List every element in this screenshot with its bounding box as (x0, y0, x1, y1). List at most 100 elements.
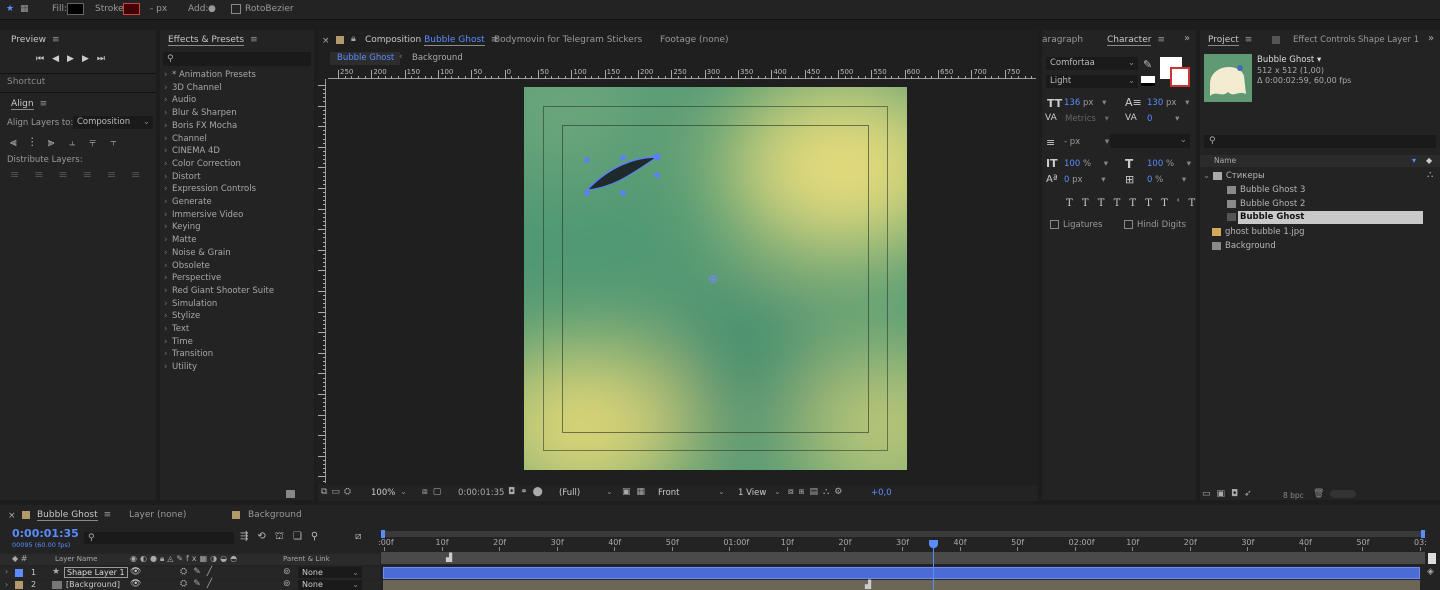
baseline-shift-field[interactable]: 0 px ▾ (1064, 175, 1106, 185)
thumbnail-size-slider[interactable] (1330, 490, 1356, 498)
stroke-order-select[interactable]: ⌄ (1110, 134, 1190, 148)
grid-icon[interactable]: ▦ (20, 4, 29, 14)
effect-category[interactable]: › Keying (164, 221, 201, 233)
visibility-eye-icon[interactable]: 👁︎ (130, 579, 141, 589)
layer-row-2[interactable]: › 2 [Background] 👁︎ ⛭✎╱ ⊚ None ⌄ (0, 579, 380, 590)
effect-category[interactable]: › Stylize (164, 310, 200, 322)
close-tab-icon[interactable]: × (322, 36, 330, 46)
effect-category[interactable]: › Blur & Sharpen (164, 107, 237, 119)
tab-composition[interactable]: Composition Bubble Ghost ≡ (365, 31, 498, 49)
work-area-start[interactable] (381, 530, 385, 538)
font-style-select[interactable]: Light ⌄ (1046, 75, 1138, 88)
new-folder-icon[interactable] (286, 490, 295, 498)
layer-color-label[interactable] (15, 569, 23, 577)
project-search-input[interactable]: ⚲ (1204, 135, 1436, 148)
layer-switches[interactable]: ⛭✎╱ (180, 579, 218, 589)
network-icon[interactable]: ⛬ (1427, 170, 1433, 180)
view-options-icons[interactable]: ⧉▭⛭ (321, 487, 355, 497)
faux-style-buttons[interactable]: TTTTTTT'T, (1066, 198, 1215, 209)
tab-paragraph[interactable]: aragraph (1042, 31, 1083, 49)
parent-select[interactable]: None ⌄ (298, 567, 362, 578)
tab-footage[interactable]: Footage (none) (660, 31, 729, 49)
visibility-eye-icon[interactable]: 👁︎ (130, 567, 141, 577)
effect-category[interactable]: › Expression Controls (164, 183, 256, 195)
sort-arrow-icon[interactable]: ▾ (1412, 156, 1416, 165)
effects-search-input[interactable]: ⚲ (163, 52, 311, 66)
timeline-scroll-icon[interactable]: ◈ (1427, 567, 1434, 577)
leading-field[interactable]: 130 px ▾ (1147, 98, 1189, 108)
effect-category[interactable]: › Obsolete (164, 260, 210, 272)
layer-name-column[interactable]: Layer Name (55, 555, 97, 563)
effect-category[interactable]: › Transition (164, 348, 213, 360)
effect-category[interactable]: › Distort (164, 171, 201, 183)
layer-name[interactable]: [Background] (66, 580, 120, 589)
add-circle-icon[interactable]: ● (208, 4, 216, 14)
effect-category[interactable]: › Text (164, 323, 189, 335)
layer-switches[interactable]: ⛭✎╱ (180, 567, 218, 577)
breadcrumb-active[interactable]: Bubble Ghost (330, 52, 400, 65)
effect-category[interactable]: › Noise & Grain (164, 247, 231, 259)
composition-canvas[interactable]: ⊕ (524, 87, 907, 470)
project-item-background[interactable]: Background (1212, 240, 1276, 253)
effect-category[interactable]: › Audio (164, 94, 196, 106)
font-size-field[interactable]: 136 px ▾ (1064, 98, 1106, 108)
stroke-swatch[interactable] (123, 3, 140, 15)
hindi-digits-checkbox[interactable] (1124, 220, 1133, 229)
comp-time-navigator[interactable] (381, 552, 1425, 564)
layer-row-1[interactable]: › 1 ★ Shape Layer 1 👁︎ ⛭✎╱ ⊚ None ⌄ (0, 567, 380, 579)
vertical-ruler[interactable] (316, 79, 326, 494)
tab-background-timeline[interactable]: Background (248, 506, 302, 524)
swap-colors-icon[interactable] (1141, 76, 1155, 86)
exposure-value[interactable]: +0,0 (871, 488, 892, 498)
timeline-switch-icons[interactable]: ⇶⟲⛫❏⚲ (240, 531, 327, 544)
comp-info-name[interactable]: Bubble Ghost ▾ (1257, 55, 1321, 65)
effect-category[interactable]: › 3D Channel (164, 82, 222, 94)
effect-category[interactable]: › * Animation Presets (164, 69, 256, 81)
graph-editor-icon[interactable]: ⧄ (355, 531, 361, 542)
stroke-color-swatch[interactable] (1170, 67, 1190, 87)
effect-category[interactable]: › Immersive Video (164, 209, 243, 221)
pickwhip-icon[interactable]: ⊚ (283, 579, 291, 589)
shape-layer-bar[interactable] (383, 567, 1420, 579)
font-family-select[interactable]: Comfortaa ⌄ (1046, 57, 1138, 70)
breadcrumb-background[interactable]: Background (412, 53, 463, 63)
kerning-field[interactable]: Metrics ▾ (1065, 114, 1109, 124)
render-icons[interactable]: ⧇⧆▤⛬⚙ (788, 487, 847, 497)
align-buttons[interactable]: ⫷⫶⫸⫠⫧⫟ (10, 135, 131, 150)
snapshot-icons[interactable]: ◘⚭⬤ (508, 487, 548, 497)
work-area-bar[interactable] (381, 531, 1425, 537)
folder-row[interactable]: ⌄ Стикеры (1203, 170, 1265, 183)
shortcut-title[interactable]: Shortcut (7, 73, 45, 91)
align-title[interactable]: Align ≡ (11, 95, 47, 113)
fill-swatch[interactable] (67, 3, 84, 15)
playhead-handle[interactable] (929, 540, 939, 548)
tab-effect-controls[interactable]: Effect Controls Shape Layer 1 (1293, 31, 1419, 49)
effect-category[interactable]: › Channel (164, 133, 207, 145)
tab-bodymovin[interactable]: Bodymovin for Telegram Stickers (494, 31, 642, 49)
grid-mask-icons[interactable]: ⧈▢ (422, 487, 446, 497)
effect-category[interactable]: › Time (164, 336, 193, 348)
tab-layer[interactable]: Layer (none) (129, 506, 186, 524)
horizontal-ruler[interactable]: 250 200 150 100 50 0 50 100 150 200 250 300 350 400 45… (328, 68, 1036, 79)
zoom-select[interactable]: 100% (371, 488, 395, 498)
project-item-bubble-ghost-3[interactable]: Bubble Ghost 3 (1227, 184, 1305, 197)
ligatures-checkbox[interactable] (1050, 220, 1059, 229)
background-layer-bar[interactable] (383, 580, 1420, 590)
tab-project[interactable]: Project ≡ (1208, 31, 1252, 49)
effect-category[interactable]: › Boris FX Mocha (164, 120, 237, 132)
anchor-point-icon[interactable]: ⊕ (708, 272, 718, 286)
work-area-end[interactable] (1421, 530, 1425, 538)
timeline-timecode[interactable]: 0:00:01:35 (12, 527, 79, 540)
view-select[interactable]: Front (658, 488, 680, 498)
tsume-field[interactable]: 0 % ▾ (1147, 175, 1186, 185)
effect-category[interactable]: › Generate (164, 196, 212, 208)
bit-depth[interactable]: 8 bpc (1283, 491, 1304, 500)
lock-icon[interactable]: 🔒︎ (351, 34, 356, 44)
name-column[interactable]: Name (1214, 156, 1236, 165)
layer-color-label[interactable] (15, 581, 23, 589)
roi-icons[interactable]: ▣▦ (622, 487, 651, 497)
effect-category[interactable]: › Simulation (164, 298, 217, 310)
parent-select[interactable]: None ⌄ (298, 580, 362, 590)
effect-category[interactable]: › Perspective (164, 272, 221, 284)
effect-category[interactable]: › Matte (164, 234, 196, 246)
